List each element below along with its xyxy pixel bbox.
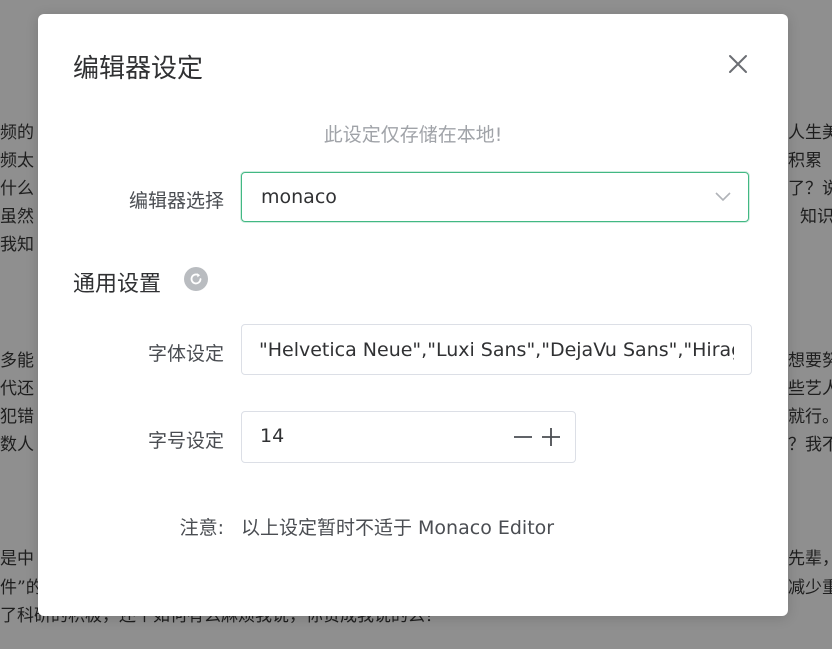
chevron-down-icon: [715, 192, 731, 202]
refresh-icon: [190, 273, 202, 285]
close-button[interactable]: [726, 52, 750, 76]
font-family-field: [241, 324, 752, 375]
minus-icon: [514, 436, 532, 438]
editor-select[interactable]: monaco: [241, 172, 749, 222]
font-size-value[interactable]: 14: [260, 425, 284, 447]
increment-button[interactable]: [540, 426, 562, 448]
font-size-label: 字号设定: [147, 430, 224, 452]
editor-settings-dialog: 编辑器设定 此设定仅存储在本地! 编辑器选择 monaco 通用设置 字体设定 …: [38, 14, 788, 616]
local-storage-notice: 此设定仅存储在本地!: [323, 124, 503, 146]
decrement-button[interactable]: [512, 426, 534, 448]
plus-icon: [542, 428, 560, 446]
font-setting-label: 字体设定: [147, 343, 224, 365]
section-title-general: 通用设置: [73, 272, 162, 297]
note-text: 以上设定暂时不适于 Monaco Editor: [241, 517, 555, 539]
editor-select-value: monaco: [261, 186, 337, 208]
font-size-stepper[interactable]: 14: [241, 411, 576, 463]
editor-select-label: 编辑器选择: [128, 190, 224, 212]
note-label: 注意:: [179, 517, 224, 539]
dialog-title: 编辑器设定: [73, 54, 204, 84]
close-icon: [729, 55, 747, 73]
reset-button[interactable]: [184, 267, 208, 291]
font-family-input[interactable]: [242, 325, 751, 374]
